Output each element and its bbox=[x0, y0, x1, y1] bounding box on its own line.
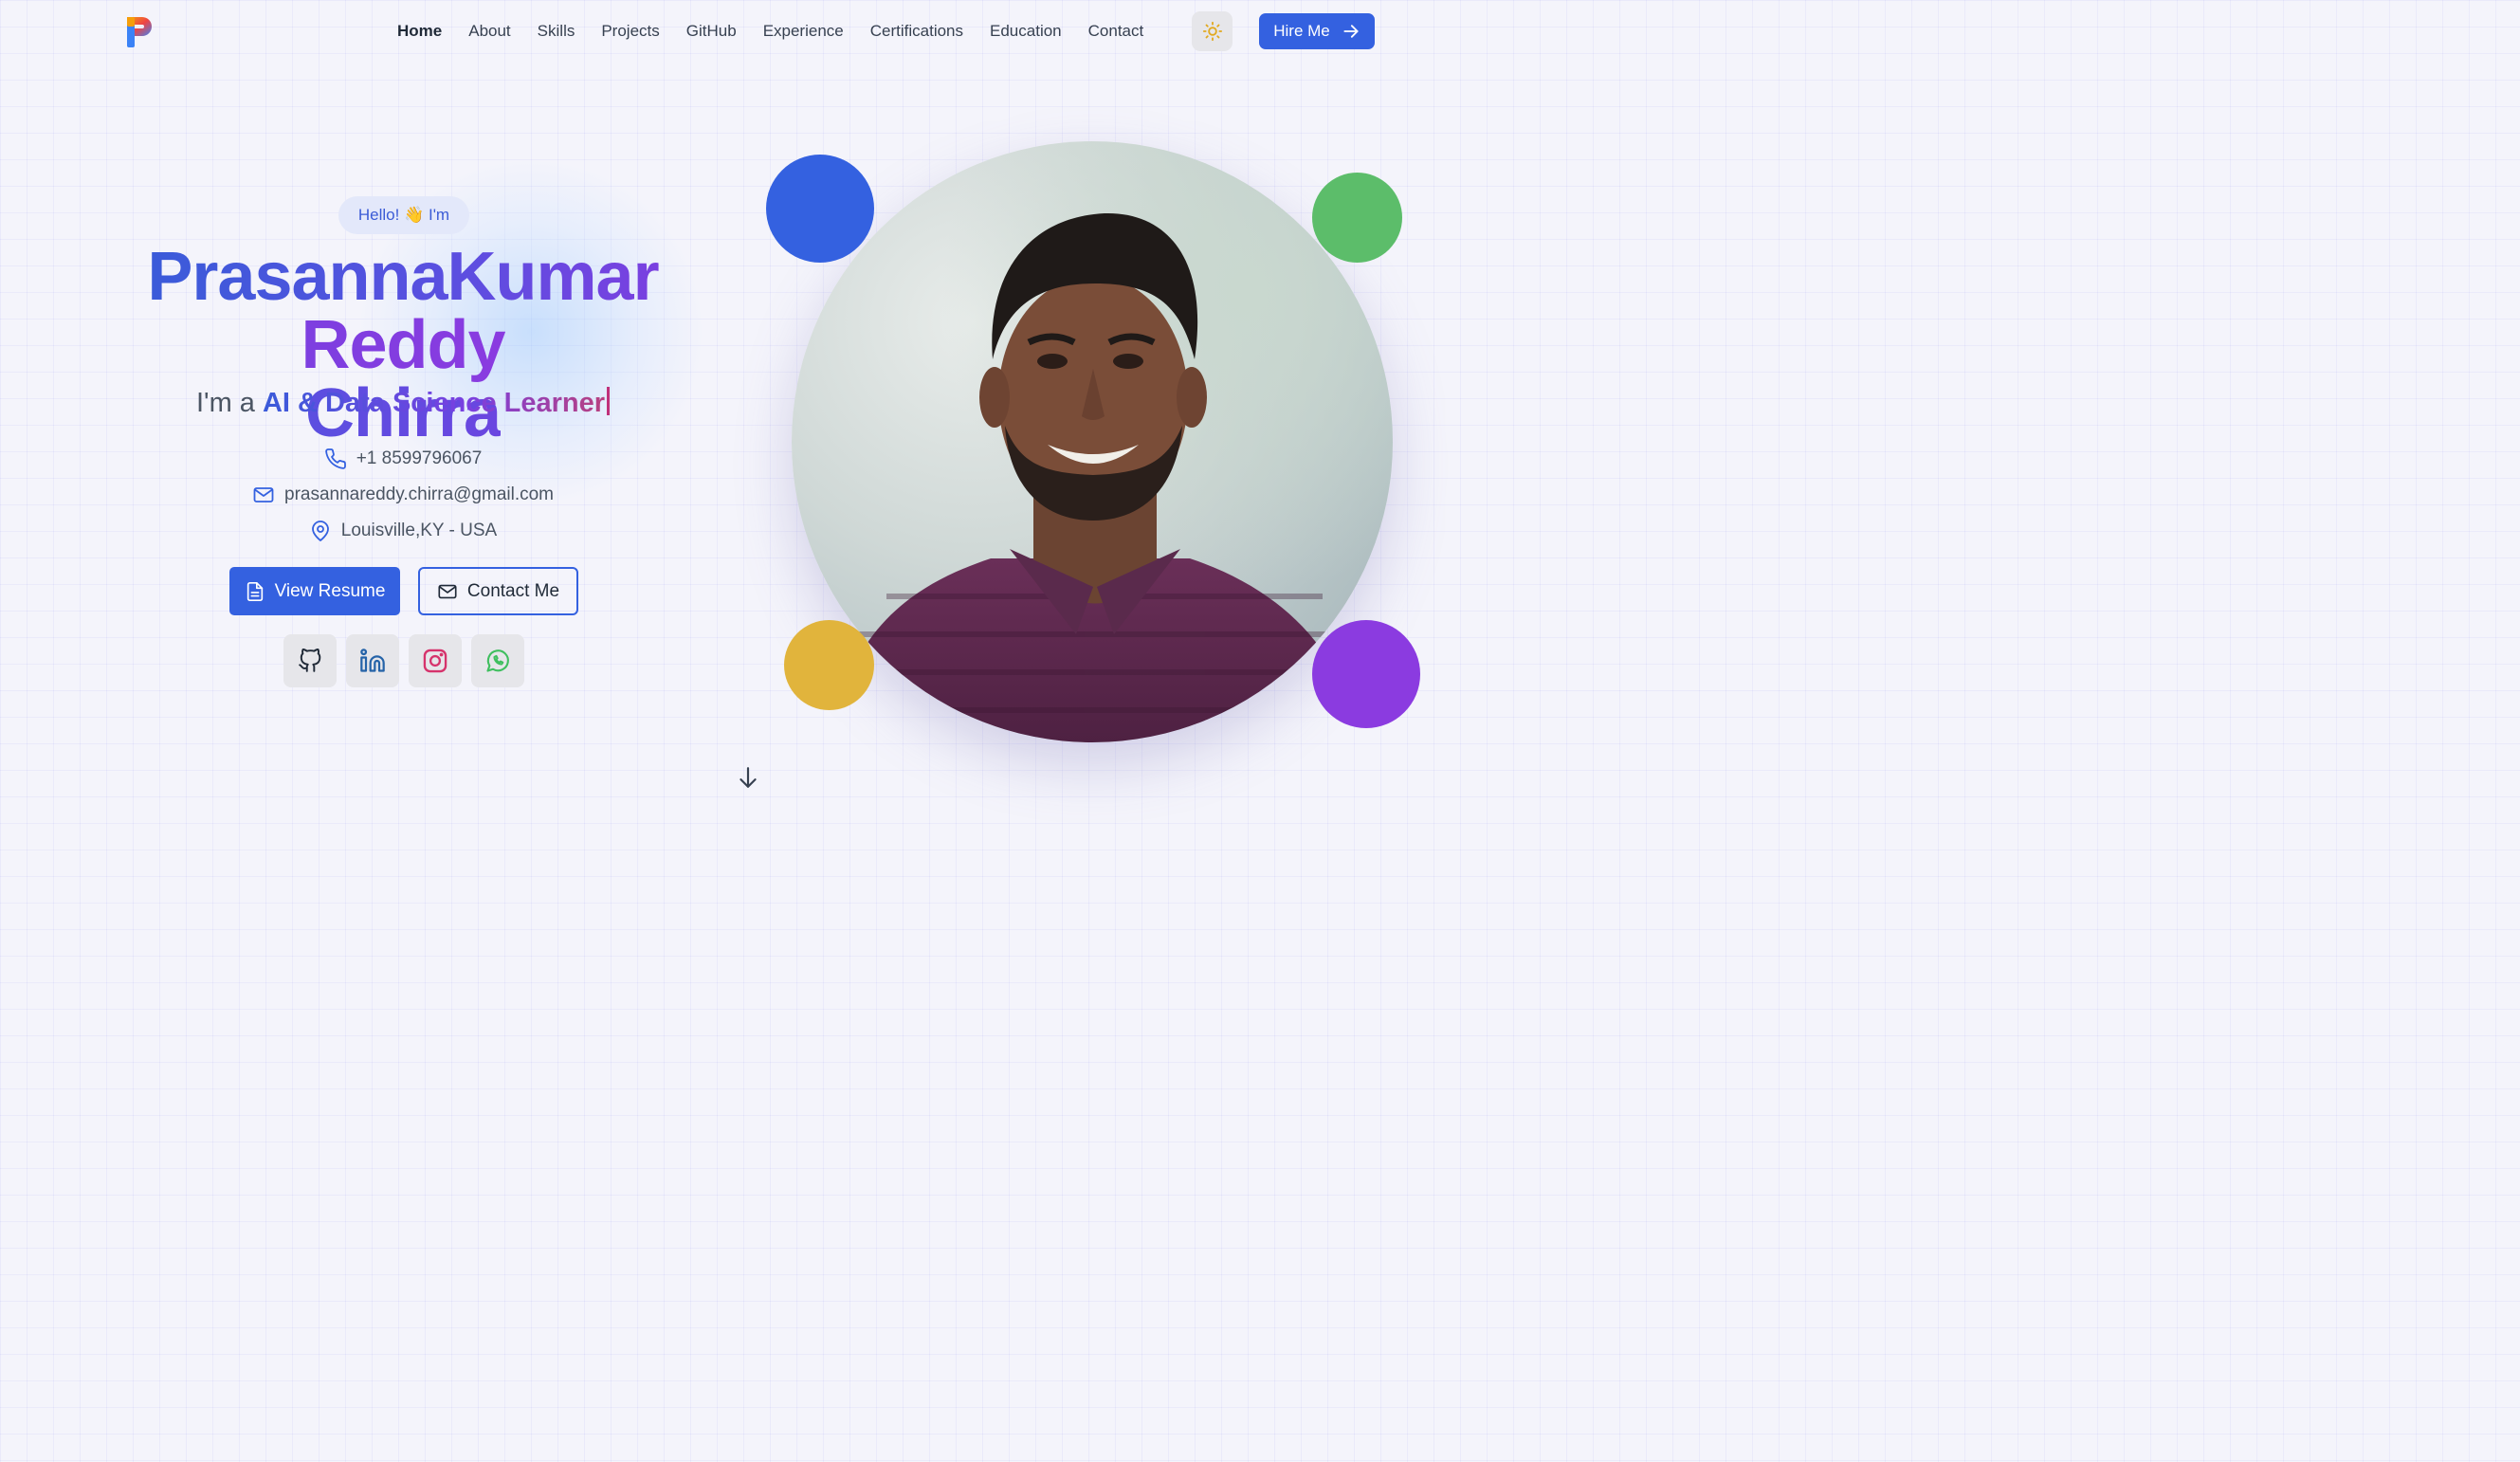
email-text[interactable]: prasannareddy.chirra@gmail.com bbox=[284, 484, 554, 505]
nav-projects[interactable]: Projects bbox=[588, 22, 672, 41]
linkedin-link[interactable] bbox=[346, 634, 399, 687]
nav-home[interactable]: Home bbox=[384, 22, 455, 41]
nav-certifications[interactable]: Certifications bbox=[857, 22, 977, 41]
nav-contact[interactable]: Contact bbox=[1075, 22, 1158, 41]
typing-cursor bbox=[607, 387, 611, 415]
view-resume-button[interactable]: View Resume bbox=[229, 567, 400, 615]
profile-photo-illustration bbox=[792, 141, 1393, 742]
phone-icon bbox=[324, 448, 346, 469]
main-nav: Home About Skills Projects GitHub Experi… bbox=[384, 13, 1157, 49]
location-line: Louisville,KY - USA bbox=[38, 520, 768, 542]
instagram-link[interactable] bbox=[409, 634, 462, 687]
mail-icon bbox=[253, 487, 274, 503]
greeting-badge: Hello! 👋 I'm bbox=[338, 196, 469, 234]
decor-dot-purple bbox=[1312, 620, 1420, 728]
document-icon bbox=[247, 581, 263, 601]
decor-dot-yellow bbox=[784, 620, 874, 710]
name-middle: Reddy bbox=[301, 307, 505, 383]
role-prefix: I'm a bbox=[195, 388, 255, 418]
arrow-right-icon bbox=[1343, 25, 1359, 38]
nav-experience[interactable]: Experience bbox=[750, 22, 857, 41]
location-text: Louisville,KY - USA bbox=[340, 521, 498, 540]
site-logo[interactable] bbox=[125, 13, 155, 49]
whatsapp-link[interactable] bbox=[471, 634, 524, 687]
arrow-down-icon[interactable] bbox=[736, 764, 760, 791]
name-first: PrasannaKumar bbox=[147, 239, 659, 315]
nav-github[interactable]: GitHub bbox=[673, 22, 750, 41]
hire-me-button[interactable]: Hire Me bbox=[1259, 13, 1375, 49]
profile-photo bbox=[792, 141, 1393, 742]
role-highlight: AI & Data Science Learner bbox=[262, 388, 606, 418]
hire-me-label: Hire Me bbox=[1273, 22, 1330, 40]
nav-education[interactable]: Education bbox=[977, 22, 1075, 41]
instagram-icon bbox=[423, 649, 447, 673]
contact-me-button[interactable]: Contact Me bbox=[418, 567, 578, 615]
nav-about[interactable]: About bbox=[455, 22, 523, 41]
mail-icon bbox=[438, 584, 457, 598]
whatsapp-icon bbox=[486, 649, 509, 672]
github-icon bbox=[299, 649, 321, 672]
contact-me-label: Contact Me bbox=[466, 580, 560, 601]
map-pin-icon bbox=[311, 521, 329, 541]
decor-dot-blue bbox=[766, 155, 874, 263]
nav-skills[interactable]: Skills bbox=[524, 22, 589, 41]
view-resume-label: View Resume bbox=[274, 580, 386, 601]
sun-icon bbox=[1202, 21, 1222, 42]
linkedin-icon bbox=[360, 649, 385, 672]
phone-text: +1 8599796067 bbox=[356, 448, 483, 468]
github-link[interactable] bbox=[283, 634, 337, 687]
theme-toggle-button[interactable] bbox=[1192, 11, 1233, 51]
email-line: prasannareddy.chirra@gmail.com bbox=[38, 484, 768, 506]
role-line: I'm a AI & Data Science Learner bbox=[38, 387, 768, 419]
phone-line: +1 8599796067 bbox=[38, 448, 768, 470]
decor-dot-green bbox=[1312, 173, 1402, 263]
